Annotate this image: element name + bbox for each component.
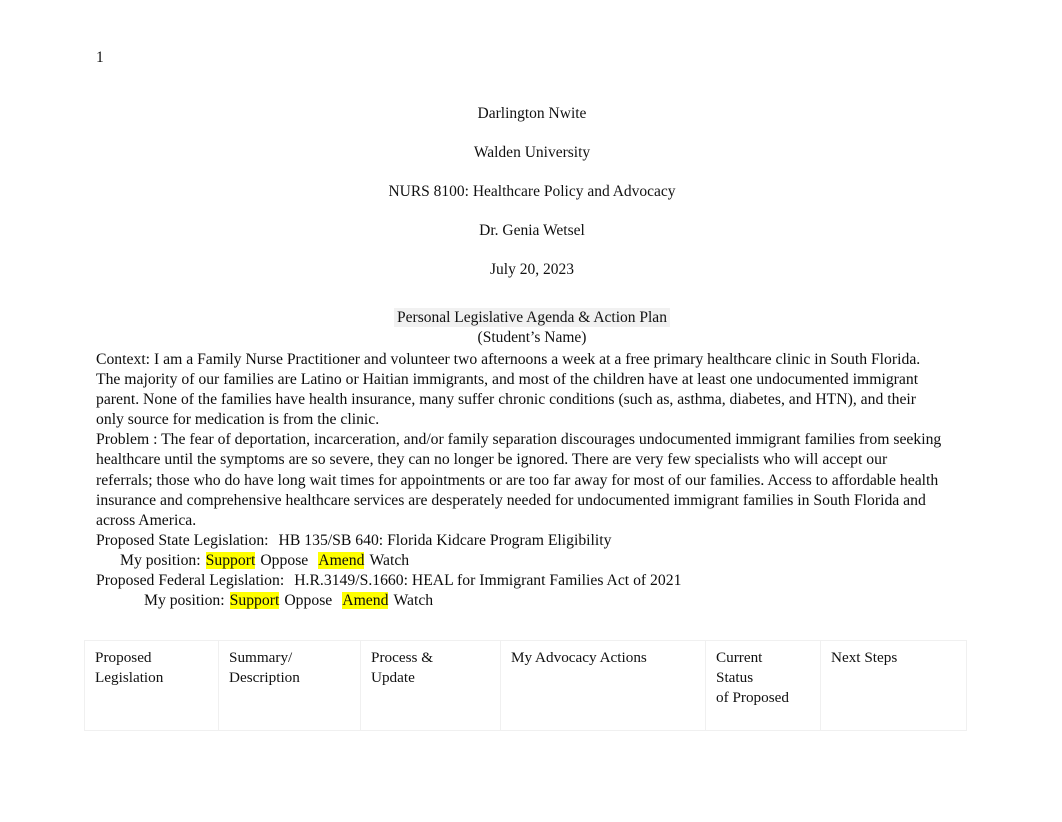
header-line: Current [716,649,763,666]
header-line: Next Steps [831,649,898,666]
header-line: Summary/ [229,649,293,666]
state-position-line: My position: Support Oppose Amend Watch [96,551,942,571]
state-legislation-bill: HB 135/SB 640: Florida Kidcare Program E… [278,531,612,549]
federal-legislation-bill: H.R.3149/S.1660: HEAL for Immigrant Fami… [294,572,682,590]
header-line: Legislation [95,669,164,686]
federal-position-support[interactable]: Support [229,592,280,610]
table-header-proposed-legislation: Proposed Legislation [84,640,219,731]
table-header-next-steps: Next Steps [820,640,967,731]
state-position-label: My position: [120,551,201,569]
state-legislation-label: Proposed State Legislation: [96,531,269,549]
state-position-support[interactable]: Support [205,551,256,569]
federal-position-watch[interactable]: Watch [393,592,433,609]
table-header-row: Proposed Legislation Summary/ Descriptio… [84,640,967,731]
state-position-watch[interactable]: Watch [369,552,409,569]
context-paragraph: Context: I am a Family Nurse Practitione… [96,351,921,429]
federal-position-line: My position: Support Oppose Amend Watch [96,591,942,611]
header-line: Process & [371,649,434,666]
assignment-subtitle: (Student’s Name) [477,329,587,346]
university-name: Walden University [473,144,591,161]
state-position-amend[interactable]: Amend [318,551,365,569]
header-line: Update [371,669,415,686]
title-block: Darlington Nwite Walden University NURS … [96,94,968,347]
document-page: 1 Darlington Nwite Walden University NUR… [0,0,1062,822]
state-position-oppose[interactable]: Oppose [260,552,308,569]
table-header-my-advocacy-actions: My Advocacy Actions [500,640,706,731]
instructor-name: Dr. Genia Wetsel [479,222,585,239]
legislative-agenda-table: Proposed Legislation Summary/ Descriptio… [84,640,967,731]
header-line: My Advocacy Actions [511,649,647,666]
federal-legislation-line: Proposed Federal Legislation: H.R.3149/S.… [96,571,942,591]
header-line: Description [229,669,300,686]
table-header-process-update: Process & Update [360,640,501,731]
header-line: of Proposed [716,689,789,706]
federal-position-label: My position: [144,592,225,610]
state-legislation-line: Proposed State Legislation: HB 135/SB 640… [96,531,942,551]
author-name: Darlington Nwite [477,105,587,122]
course-name: NURS 8100: Healthcare Policy and Advocac… [388,183,676,200]
problem-paragraph: Problem : The fear of deportation, incar… [96,431,942,529]
federal-position-amend[interactable]: Amend [342,592,389,610]
document-body: Context: I am a Family Nurse Practitione… [96,350,942,611]
table-header-current-status: Current Status of Proposed [705,640,821,731]
header-line: Status [716,669,754,686]
federal-position-oppose[interactable]: Oppose [284,592,332,609]
assignment-title-text: Personal Legislative Agenda & Action Pla… [394,308,670,327]
federal-legislation-label: Proposed Federal Legislation: [96,572,285,590]
assignment-title: Personal Legislative Agenda & Action Pla… [96,308,968,328]
page-number: 1 [96,49,104,66]
submission-date: July 20, 2023 [490,261,574,278]
header-line: Proposed [95,649,152,666]
table-header-summary-description: Summary/ Description [218,640,361,731]
